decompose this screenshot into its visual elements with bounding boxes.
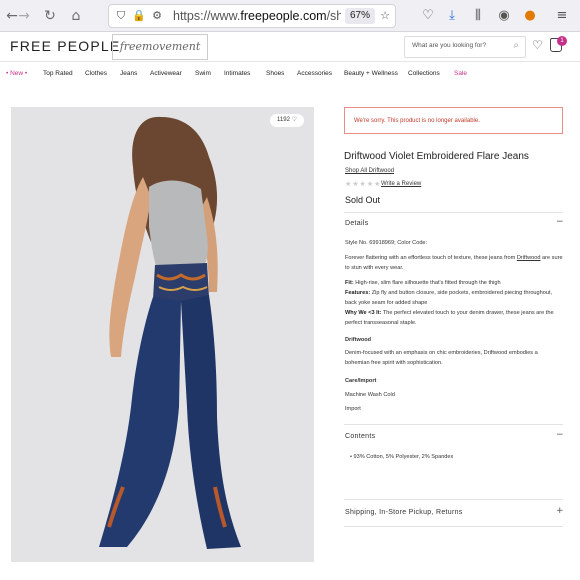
product-title: Driftwood Violet Embroidered Flare Jeans xyxy=(344,151,529,162)
nav-item-jeans[interactable]: Jeans xyxy=(120,70,137,77)
rating-stars: ★★★★★ xyxy=(345,180,382,188)
divider xyxy=(344,526,563,527)
alert-text: We're sorry. This product is no longer a… xyxy=(354,118,480,124)
contents-heading[interactable]: Contents xyxy=(345,433,375,440)
search-icon[interactable]: ⌕ xyxy=(513,40,519,51)
divider xyxy=(344,212,563,213)
library-icon[interactable]: ⫼ xyxy=(468,6,488,26)
shop-all-link[interactable]: Shop All Driftwood xyxy=(345,168,394,174)
url-text[interactable]: https://www.freepeople.com/shop/d xyxy=(173,9,341,23)
nav-item-activewear[interactable]: Activewear xyxy=(150,70,182,77)
address-bar[interactable]: ⛉ 🔒 ⚙ https://www.freepeople.com/shop/d … xyxy=(108,4,396,28)
menu-icon[interactable]: ≡ xyxy=(552,6,572,26)
site-header: FREE PEOPLE freemovement What are you lo… xyxy=(0,32,580,62)
import-text: Import xyxy=(345,406,361,412)
nav-item-shoes[interactable]: Shoes xyxy=(266,70,284,77)
shipping-heading[interactable]: Shipping, In-Store Pickup, Returns xyxy=(345,509,463,516)
bag-count-badge: 1 xyxy=(557,36,567,46)
browser-toolbar: ← → ↻ ⌂ ⛉ 🔒 ⚙ https://www.freepeople.com… xyxy=(0,0,580,32)
nav-item-collections[interactable]: Collections xyxy=(408,70,440,77)
fit-text: Fit: High-rise, slim flare silhouette th… xyxy=(345,280,501,286)
features-text: Features: Zip fly and button closure, si… xyxy=(345,290,553,306)
category-nav: • New • Top Rated Clothes Jeans Activewe… xyxy=(0,62,580,86)
search-input[interactable]: What are you looking for? ⌕ xyxy=(404,36,526,58)
nav-item-intimates[interactable]: Intimates xyxy=(224,70,250,77)
unavailable-alert: We're sorry. This product is no longer a… xyxy=(344,107,563,134)
heart-icon[interactable]: ♡ xyxy=(532,38,543,52)
nav-item-new[interactable]: • New • xyxy=(6,70,27,77)
contents-text: • 93% Cotton, 5% Polyester, 2% Spandex xyxy=(350,454,454,460)
divider xyxy=(344,424,563,425)
search-placeholder: What are you looking for? xyxy=(412,42,487,49)
stock-status: Sold Out xyxy=(345,195,381,205)
nav-item-accessories[interactable]: Accessories xyxy=(297,70,332,77)
reload-icon[interactable]: ↻ xyxy=(40,6,60,26)
why-text: Why We <3 It: The perfect elevated touch… xyxy=(345,310,554,326)
nav-item-swim[interactable]: Swim xyxy=(195,70,211,77)
pocket-icon[interactable]: ♡ xyxy=(418,6,438,26)
likes-badge[interactable]: 1192 ♡ xyxy=(270,114,304,127)
plus-icon[interactable]: + xyxy=(556,506,564,516)
zoom-indicator[interactable]: 67% xyxy=(345,8,375,24)
product-photo xyxy=(11,107,314,562)
minus-icon[interactable]: − xyxy=(556,430,564,440)
details-heading[interactable]: Details xyxy=(345,220,369,227)
home-icon[interactable]: ⌂ xyxy=(66,6,86,26)
description-intro: Forever flattering with an effortless to… xyxy=(345,255,563,271)
likes-count: 1192 xyxy=(277,117,290,123)
minus-icon[interactable]: − xyxy=(556,217,564,227)
download-icon[interactable]: ⤓ xyxy=(442,6,462,26)
nav-item-top-rated[interactable]: Top Rated xyxy=(43,70,73,77)
shield-icon[interactable]: ⛉ xyxy=(113,8,129,24)
site-logo[interactable]: FREE PEOPLE xyxy=(10,38,120,54)
lock-icon[interactable]: 🔒 xyxy=(131,8,147,24)
extension-icon[interactable]: ● xyxy=(520,6,540,26)
permissions-icon[interactable]: ⚙ xyxy=(149,8,165,24)
nav-item-sale[interactable]: Sale xyxy=(454,70,467,77)
account-icon[interactable]: ◉ xyxy=(494,6,514,26)
arrow-right-icon[interactable]: → xyxy=(14,6,34,26)
write-review-link[interactable]: Write a Review xyxy=(381,181,421,187)
divider xyxy=(344,499,563,500)
star-icon[interactable]: ☆ xyxy=(377,8,393,24)
care-heading: Care/Import xyxy=(345,378,377,384)
secondary-logo[interactable]: freemovement xyxy=(112,34,208,60)
nav-item-clothes[interactable]: Clothes xyxy=(85,70,107,77)
driftwood-link[interactable]: Driftwood xyxy=(517,255,541,261)
product-image[interactable]: 1192 ♡ xyxy=(11,107,314,562)
style-number: Style No. 69918969; Color Code: xyxy=(345,240,428,246)
brand-heading: Driftwood xyxy=(345,337,372,343)
brand-text: Denim-focused with an emphasis on chic e… xyxy=(345,350,538,366)
nav-item-beauty-wellness[interactable]: Beauty + Wellness xyxy=(344,70,398,77)
care-text: Machine Wash Cold xyxy=(345,392,395,398)
